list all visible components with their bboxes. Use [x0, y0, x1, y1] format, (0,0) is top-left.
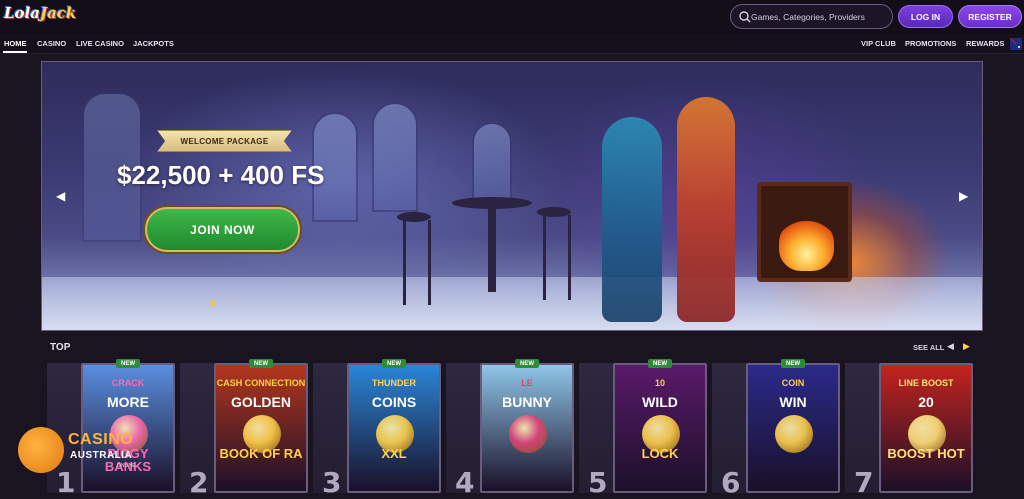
game-rank-number: 3 — [322, 466, 342, 499]
nav-jackpots[interactable]: JACKPOTS — [133, 39, 174, 48]
game-card[interactable]: 10 WILD LOCK — [613, 363, 707, 493]
welcome-ribbon: WELCOME PACKAGE — [157, 130, 292, 152]
game-title-line: COINS — [371, 394, 417, 410]
game-title-line: COIN — [781, 378, 805, 388]
game-title-line: MORE — [107, 394, 149, 410]
slide-dot-active[interactable] — [210, 300, 216, 306]
game-card[interactable]: CRACK MORE PIGGY BANKS — [81, 363, 175, 493]
welcome-ribbon-text: WELCOME PACKAGE — [180, 136, 269, 146]
game-card[interactable]: CASH CONNECTION GOLDEN BOOK OF RA — [214, 363, 308, 493]
game-title-line: 20 — [918, 394, 934, 410]
nav-vip-club[interactable]: VIP CLUB — [861, 39, 896, 48]
new-badge: NEW — [781, 359, 805, 368]
new-badge: NEW — [382, 359, 406, 368]
nav-rewards[interactable]: REWARDS — [966, 39, 1004, 48]
login-button[interactable]: LOG IN — [898, 5, 953, 28]
section-title-top: TOP — [50, 342, 71, 353]
new-badge: NEW — [515, 359, 539, 368]
stool-illustration — [537, 207, 571, 302]
chevron-left-icon[interactable]: ◀ — [947, 341, 954, 352]
castle-window — [372, 102, 418, 212]
watermark-line2: AUSTRALIA — [70, 450, 133, 461]
offer-headline: $22,500 + 400 FS — [117, 160, 325, 190]
game-art — [775, 415, 813, 453]
hero-banner[interactable]: WELCOME PACKAGE $22,500 + 400 FS JOIN NO… — [41, 61, 983, 331]
chevron-right-icon[interactable]: ▶ — [959, 189, 968, 203]
game-rank-number: 1 — [56, 466, 76, 499]
game-title-line: BOOST HOT — [887, 446, 965, 461]
game-title-line: LE — [521, 378, 533, 388]
castle-window — [472, 122, 512, 202]
new-badge: NEW — [648, 359, 672, 368]
nav-active-indicator — [3, 51, 27, 53]
table-illustration — [452, 197, 532, 297]
watermark-line3: ONLINE — [117, 463, 136, 469]
fireplace — [757, 182, 852, 282]
game-title-line: 10 — [654, 378, 665, 388]
main-nav: HOME CASINO LIVE CASINO JACKPOTS VIP CLU… — [0, 34, 1024, 54]
slide-dots — [210, 300, 228, 306]
game-rank-number: 2 — [189, 466, 209, 499]
top-bar: LolaJack LOG IN REGISTER — [0, 0, 1024, 34]
game-card[interactable]: LINE BOOST 20 BOOST HOT — [879, 363, 973, 493]
game-art — [509, 415, 547, 453]
new-badge: NEW — [116, 359, 140, 368]
new-badge: NEW — [249, 359, 273, 368]
game-rank-number: 6 — [721, 466, 741, 499]
game-card[interactable]: THUNDER COINS XXL — [347, 363, 441, 493]
site-logo[interactable]: LolaJack — [4, 4, 76, 22]
character-blue — [602, 117, 662, 322]
slide-dot[interactable] — [222, 300, 228, 306]
game-title-line: WILD — [642, 394, 678, 410]
game-title-line: XXL — [381, 446, 407, 461]
see-all-link[interactable]: SEE ALL — [913, 343, 944, 352]
game-title-line: THUNDER — [372, 378, 416, 388]
watermark-line1: CASINO — [68, 431, 134, 448]
character-red — [677, 97, 735, 322]
game-title-line: LOCK — [641, 446, 679, 461]
register-button[interactable]: REGISTER — [958, 5, 1022, 28]
chevron-left-icon[interactable]: ◀ — [56, 189, 65, 203]
nav-live-casino[interactable]: LIVE CASINO — [76, 39, 124, 48]
game-title-line: WIN — [779, 394, 807, 410]
chevron-right-icon[interactable]: ▶ — [963, 341, 970, 352]
game-title-line: CRACK — [111, 378, 145, 388]
game-rank-number: 4 — [455, 466, 475, 499]
game-card[interactable]: LE BUNNY — [480, 363, 574, 493]
game-title-line: BUNNY — [502, 394, 552, 410]
search-input[interactable] — [751, 8, 889, 25]
kangaroo-icon — [18, 427, 64, 473]
top-games-row: CRACK MORE PIGGY BANKS NEW 1 CASH CONNECTION G… — [0, 359, 1024, 499]
game-title-line: BOOK OF RA — [219, 446, 303, 461]
nav-promotions[interactable]: PROMOTIONS — [905, 39, 956, 48]
game-card[interactable]: COIN WIN — [746, 363, 840, 493]
nav-home[interactable]: HOME — [4, 39, 27, 48]
game-rank-number: 7 — [854, 466, 874, 499]
search-icon — [739, 11, 751, 23]
stool-illustration — [397, 212, 431, 307]
game-title-line: GOLDEN — [231, 394, 291, 410]
nav-casino[interactable]: CASINO — [37, 39, 66, 48]
join-now-button[interactable]: JOIN NOW — [145, 207, 300, 252]
game-title-line: LINE BOOST — [898, 378, 954, 388]
game-title-line: CASH CONNECTION — [216, 378, 306, 388]
search-box[interactable] — [730, 4, 893, 29]
game-rank-number: 5 — [588, 466, 608, 499]
australia-flag-icon[interactable] — [1010, 38, 1022, 50]
